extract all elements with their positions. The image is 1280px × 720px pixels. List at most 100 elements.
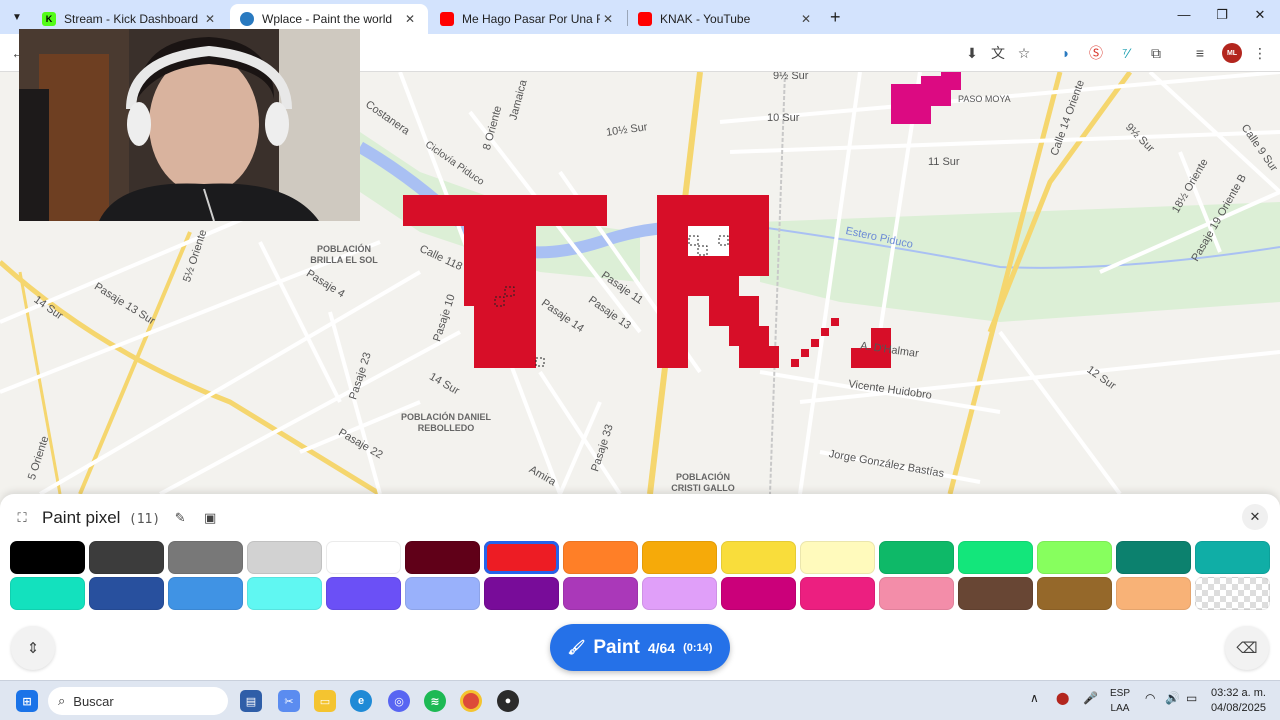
search-icon: ⌕ bbox=[58, 693, 66, 708]
extension-s-icon[interactable]: Ⓢ bbox=[1086, 43, 1106, 63]
color-swatch[interactable] bbox=[405, 541, 480, 574]
eyedropper-icon[interactable]: ✎ bbox=[170, 508, 190, 528]
snipping-tool-icon[interactable]: ✂ bbox=[278, 690, 300, 712]
minimize-icon[interactable]: — bbox=[1174, 7, 1194, 22]
color-swatch[interactable] bbox=[10, 577, 85, 610]
extensions-puzzle-icon[interactable]: ⧉ bbox=[1146, 43, 1166, 63]
color-swatch[interactable] bbox=[168, 541, 243, 574]
paint-button[interactable]: 🖌 Paint 4/64 (0:14) bbox=[550, 624, 730, 671]
color-swatch[interactable] bbox=[642, 577, 717, 610]
paint-timer: (0:14) bbox=[683, 641, 713, 654]
color-swatch[interactable] bbox=[642, 541, 717, 574]
paint-charges: 4/64 bbox=[647, 639, 676, 656]
image-template-icon[interactable]: ▣ bbox=[200, 508, 220, 528]
close-tab-icon[interactable]: ✕ bbox=[402, 12, 418, 26]
obs-icon[interactable]: ● bbox=[497, 690, 519, 712]
color-swatch[interactable] bbox=[326, 577, 401, 610]
tab-search-chevron-icon[interactable]: ▼ bbox=[7, 7, 27, 27]
close-window-icon[interactable]: ✕ bbox=[1250, 7, 1270, 23]
color-swatch[interactable] bbox=[1037, 577, 1112, 610]
install-app-icon[interactable]: ⬇ bbox=[962, 43, 982, 63]
youtube-icon bbox=[440, 12, 454, 26]
bookmark-star-icon[interactable]: ☆ bbox=[1014, 43, 1034, 63]
color-swatch[interactable] bbox=[721, 577, 796, 610]
paint-pixel-count: (11) bbox=[128, 512, 161, 527]
color-swatch[interactable] bbox=[484, 541, 559, 574]
chrome-icon[interactable] bbox=[460, 690, 482, 712]
youtube-icon bbox=[638, 12, 652, 26]
close-tab-icon[interactable]: ✕ bbox=[202, 12, 218, 26]
language-indicator[interactable]: ESP LAA bbox=[1110, 686, 1130, 716]
color-swatch[interactable] bbox=[326, 541, 401, 574]
webcam-person-image bbox=[19, 29, 360, 221]
store-icon[interactable]: ▤ bbox=[240, 690, 262, 712]
new-tab-button[interactable]: + bbox=[830, 7, 841, 28]
color-swatch[interactable] bbox=[247, 541, 322, 574]
color-swatch[interactable] bbox=[168, 577, 243, 610]
volume-icon[interactable]: 🔊 bbox=[1165, 691, 1180, 705]
paint-button-label: Paint bbox=[593, 636, 640, 658]
color-swatch[interactable] bbox=[958, 577, 1033, 610]
fullscreen-expand-icon[interactable]: ⛶ bbox=[12, 508, 32, 528]
color-swatch[interactable] bbox=[247, 577, 322, 610]
color-swatch[interactable] bbox=[1116, 541, 1191, 574]
tray-app-icon[interactable]: ⬤ bbox=[1056, 691, 1069, 705]
extension-audio-icon[interactable]: ◗ bbox=[1056, 43, 1076, 63]
color-swatch[interactable] bbox=[405, 577, 480, 610]
webcam-overlay bbox=[19, 29, 360, 221]
close-panel-button[interactable]: ✕ bbox=[1242, 504, 1268, 530]
extension-t-icon[interactable]: ⁷⁄ bbox=[1116, 43, 1136, 63]
neighborhood-label: POBLACIÓN BRILLA EL SOL bbox=[310, 244, 378, 265]
color-swatch[interactable] bbox=[1116, 577, 1191, 610]
battery-icon[interactable]: ▭ bbox=[1186, 691, 1197, 705]
close-tab-icon[interactable]: ✕ bbox=[600, 12, 616, 26]
language-code: ESP bbox=[1110, 688, 1131, 699]
color-swatch[interactable] bbox=[484, 577, 559, 610]
color-swatch[interactable] bbox=[563, 577, 638, 610]
taskbar-search[interactable]: ⌕ Buscar bbox=[48, 687, 228, 715]
edge-icon[interactable]: e bbox=[350, 690, 372, 712]
color-swatch[interactable] bbox=[800, 541, 875, 574]
street-label: 10 Sur bbox=[767, 112, 800, 124]
eraser-icon[interactable]: ⌫ bbox=[1225, 626, 1269, 670]
maximize-icon[interactable]: ❐ bbox=[1212, 7, 1232, 23]
tab-youtube-video[interactable]: Me Hago Pasar Por Una Figura ✕ bbox=[430, 4, 626, 34]
tab-label: Stream - Kick Dashboard bbox=[64, 12, 199, 26]
color-swatch[interactable] bbox=[89, 577, 164, 610]
media-queue-icon[interactable]: ≡ bbox=[1190, 43, 1210, 63]
microphone-icon[interactable]: 🎤 bbox=[1083, 691, 1098, 705]
wifi-icon[interactable]: ◠ bbox=[1145, 691, 1155, 705]
paint-panel: ⛶ Paint pixel (11) ✎ ▣ ✕ ⇕ 🖌 Paint 4/64 … bbox=[0, 494, 1280, 680]
color-swatch[interactable] bbox=[879, 541, 954, 574]
color-swatch[interactable] bbox=[1037, 541, 1112, 574]
windows-start-icon[interactable]: ⊞ bbox=[16, 690, 38, 712]
clock-time: 03:32 a. m. bbox=[1210, 687, 1266, 699]
neighborhood-label: PASO MOYA bbox=[958, 94, 1011, 104]
profile-avatar-icon[interactable]: ML bbox=[1222, 43, 1242, 63]
menu-kebab-icon[interactable]: ⋮ bbox=[1250, 43, 1270, 63]
color-swatch[interactable] bbox=[563, 541, 638, 574]
color-swatch[interactable] bbox=[1195, 577, 1270, 610]
color-swatch[interactable] bbox=[10, 541, 85, 574]
neighborhood-label: POBLACIÓN CRISTI GALLO bbox=[671, 472, 735, 493]
paint-title-wrap: Paint pixel (11) bbox=[42, 508, 160, 528]
spotify-icon[interactable]: ≋ bbox=[424, 690, 446, 712]
color-swatch[interactable] bbox=[879, 577, 954, 610]
tab-label: Me Hago Pasar Por Una Figura bbox=[462, 12, 600, 26]
translate-icon[interactable]: 文 bbox=[988, 43, 1008, 63]
collapse-toggle-icon[interactable]: ⇕ bbox=[11, 626, 55, 670]
taskbar-clock[interactable]: 03:32 a. m. 04/08/2025 bbox=[1211, 686, 1266, 716]
discord-icon[interactable]: ◎ bbox=[388, 690, 410, 712]
keyboard-layout: LAA bbox=[1110, 703, 1130, 714]
file-explorer-icon[interactable]: ▭ bbox=[314, 690, 336, 712]
color-swatch[interactable] bbox=[1195, 541, 1270, 574]
clock-date: 04/08/2025 bbox=[1210, 702, 1266, 714]
color-swatch[interactable] bbox=[958, 541, 1033, 574]
tab-knak-youtube[interactable]: KNAK - YouTube ✕ bbox=[628, 4, 824, 34]
color-swatch[interactable] bbox=[800, 577, 875, 610]
brush-icon: 🖌 bbox=[567, 639, 586, 655]
show-hidden-icons-chevron-icon[interactable]: ∧ bbox=[1030, 691, 1039, 705]
color-swatch[interactable] bbox=[721, 541, 796, 574]
close-tab-icon[interactable]: ✕ bbox=[798, 12, 814, 26]
color-swatch[interactable] bbox=[89, 541, 164, 574]
